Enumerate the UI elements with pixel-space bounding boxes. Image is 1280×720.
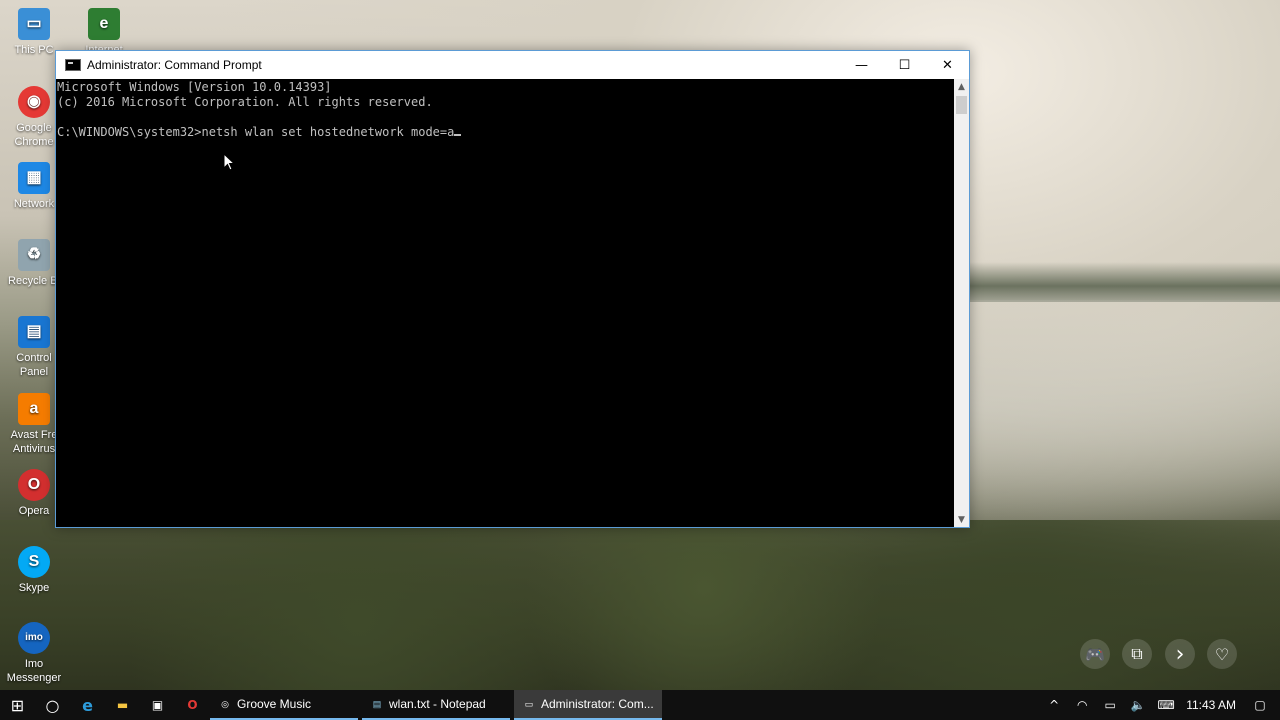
show-hidden-icons-chevron-icon[interactable]: ^: [1040, 698, 1068, 712]
taskbar-app-label: Administrator: Com...: [541, 697, 654, 711]
taskbar-app-label: Groove Music: [237, 697, 312, 711]
command-prompt-window[interactable]: Administrator: Command Prompt — ☐ ✕ Micr…: [55, 50, 970, 528]
scroll-thumb[interactable]: [956, 96, 967, 114]
internet-icon: e: [88, 8, 120, 40]
imo-icon: imo: [18, 622, 50, 654]
vertical-scrollbar[interactable]: ▲ ▼: [954, 79, 969, 527]
groove-music-icon: ◎: [221, 698, 229, 709]
console-command-text: C:\WINDOWS\system32>netsh wlan set hoste…: [57, 125, 455, 139]
close-button[interactable]: ✕: [926, 51, 969, 79]
wifi-icon[interactable]: ◠: [1068, 698, 1096, 712]
cmd-taskbar-icon: ▭: [524, 698, 534, 709]
next-icon[interactable]: ›: [1165, 639, 1195, 669]
console-line: (c) 2016 Microsoft Corporation. All righ…: [57, 95, 433, 109]
text-cursor: [454, 134, 462, 136]
scroll-down-button[interactable]: ▼: [954, 512, 969, 527]
taskbar-app-command-prompt[interactable]: ▭ Administrator: Com...: [514, 690, 662, 720]
desktop-icon-skype[interactable]: S Skype: [2, 546, 66, 595]
maximize-button[interactable]: ☐: [883, 51, 926, 79]
opera-icon: O: [18, 469, 50, 501]
taskbar-app-notepad[interactable]: ▤ wlan.txt - Notepad: [362, 690, 510, 720]
opera-taskbar-icon[interactable]: O: [175, 690, 210, 720]
skype-icon: S: [18, 546, 50, 578]
recycle-bin-icon: ♻: [18, 239, 50, 271]
network-icon: ▦: [18, 162, 50, 194]
system-tray: ^ ◠ ▭ 🔈 ⌨ 11:43 AM ▢: [1040, 690, 1280, 720]
store-icon[interactable]: ▣: [140, 690, 175, 720]
start-icon[interactable]: ⊞: [0, 690, 35, 720]
edge-icon[interactable]: e: [70, 690, 105, 720]
keyboard-icon[interactable]: ⌨: [1152, 698, 1180, 712]
taskbar-app-label: wlan.txt - Notepad: [389, 697, 486, 711]
console-command-line: C:\WINDOWS\system32>netsh wlan set hoste…: [57, 125, 954, 140]
minimize-button[interactable]: —: [840, 51, 883, 79]
heart-icon[interactable]: ♡: [1207, 639, 1237, 669]
desktop-icon-imo[interactable]: imo Imo Messenger: [2, 622, 66, 685]
desktop-icon-label: Imo Messenger: [6, 658, 62, 684]
cmd-icon: [65, 59, 81, 71]
file-explorer-icon[interactable]: ▬: [105, 690, 140, 720]
control-panel-icon: ▤: [18, 316, 50, 348]
avast-icon: a: [18, 393, 50, 425]
battery-icon[interactable]: ▭: [1096, 698, 1124, 712]
copy-icon[interactable]: ⧉: [1122, 639, 1152, 669]
this-pc-icon: ▭: [18, 8, 50, 40]
window-titlebar[interactable]: Administrator: Command Prompt — ☐ ✕: [56, 51, 969, 79]
gamepad-icon[interactable]: 🎮: [1080, 639, 1110, 669]
desktop-icon-label: Skype: [18, 582, 50, 594]
notepad-icon: ▤: [372, 698, 382, 709]
scroll-up-button[interactable]: ▲: [954, 79, 969, 94]
volume-icon[interactable]: 🔈: [1124, 698, 1152, 712]
console-output[interactable]: Microsoft Windows [Version 10.0.14393] (c…: [56, 79, 954, 527]
notifications-icon[interactable]: ▢: [1246, 698, 1274, 712]
chrome-icon: ◉: [18, 86, 50, 118]
mouse-pointer-icon: [223, 153, 235, 171]
cortana-icon[interactable]: ○: [35, 690, 70, 720]
taskbar: ⊞ ○ e ▬ ▣ O ◎ Groove Music ▤ wlan.txt - …: [0, 690, 1280, 720]
clock[interactable]: 11:43 AM: [1180, 698, 1246, 712]
console-line: Microsoft Windows [Version 10.0.14393]: [57, 80, 332, 94]
window-title: Administrator: Command Prompt: [87, 58, 262, 72]
taskbar-app-groove-music[interactable]: ◎ Groove Music: [210, 690, 358, 720]
background-treeline: [970, 262, 1280, 302]
